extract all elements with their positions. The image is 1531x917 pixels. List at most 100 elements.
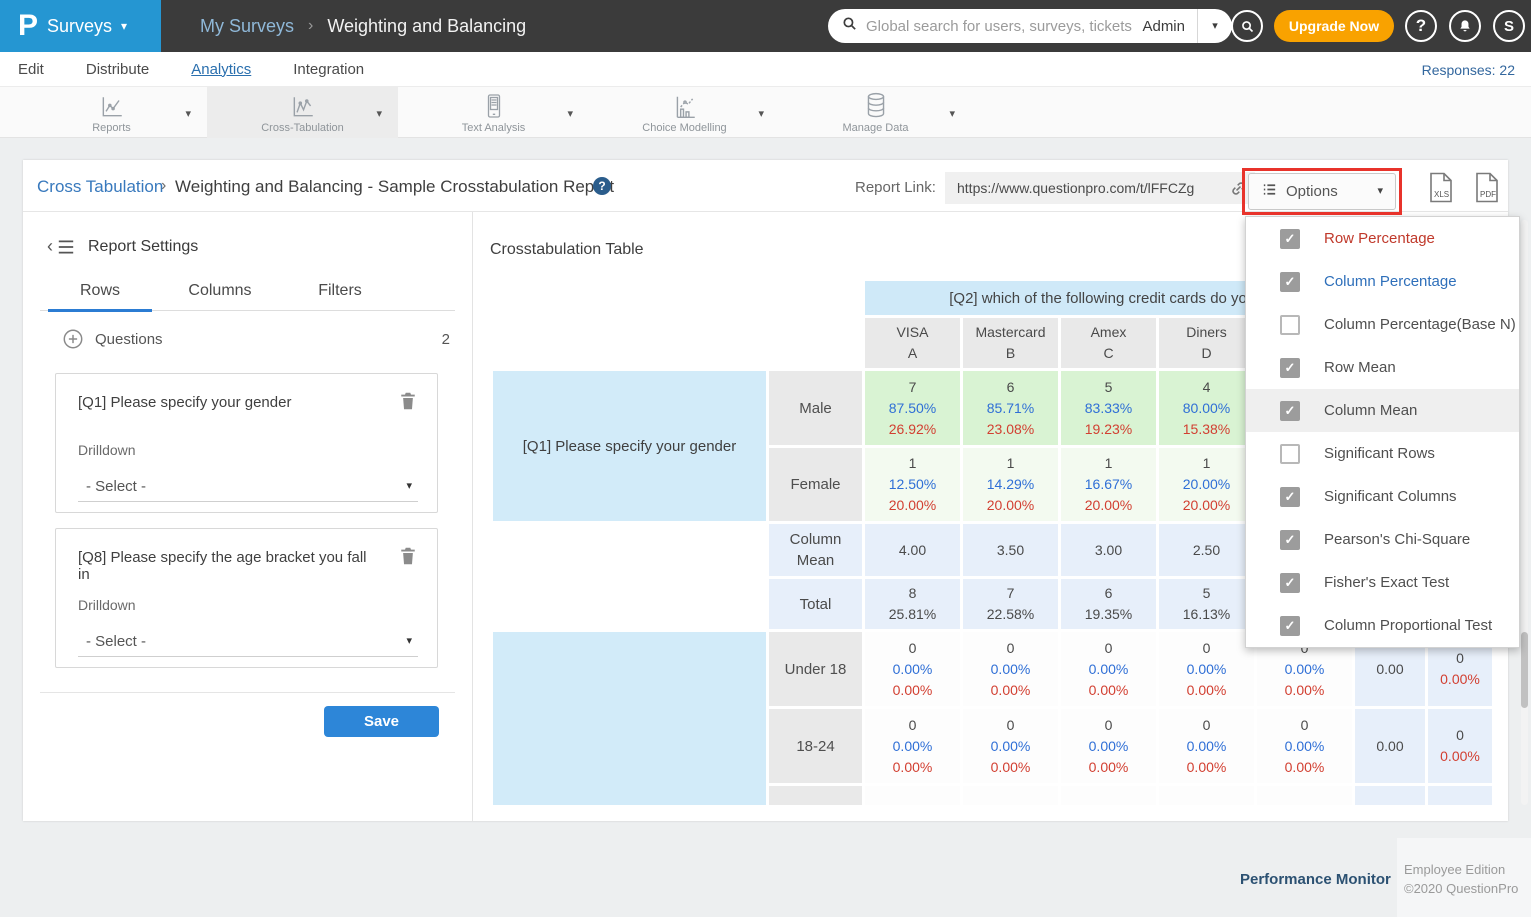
cell-value: 0	[865, 715, 960, 736]
cell-value: 7	[865, 377, 960, 398]
cell-value: 6	[963, 377, 1058, 398]
table-scrollbar-thumb[interactable]	[1521, 632, 1528, 708]
option-column-mean[interactable]: ✓Column Mean	[1246, 389, 1519, 432]
nav-item-distribute[interactable]: Distribute	[86, 61, 149, 78]
toolbar-item-manage-data[interactable]: Manage Data▾	[780, 87, 971, 138]
nav-item-edit[interactable]: Edit	[18, 61, 44, 78]
checkbox-checked-icon[interactable]: ✓	[1280, 401, 1300, 421]
section-label-cell: [Q1] Please specify your gender	[493, 371, 766, 521]
row-mean-cell: 0.00	[1355, 709, 1425, 783]
options-dropdown-menu: ✓Row Percentage✓Column Percentage Column …	[1245, 216, 1520, 648]
option-column-percentage-base-n-[interactable]: Column Percentage(Base N)	[1246, 303, 1519, 346]
drilldown-select-value: - Select -	[78, 633, 146, 650]
search-scope-admin[interactable]: Admin	[1134, 18, 1197, 35]
chevron-down-icon[interactable]: ▾	[949, 107, 955, 120]
toolbar-item-cross-tabulation[interactable]: Cross-Tabulation▾	[207, 87, 398, 138]
drilldown-select[interactable]: - Select -▾	[78, 627, 418, 657]
toolbar-item-choice-modelling[interactable]: Choice Modelling▾	[589, 87, 780, 138]
pdf-label: PDF	[1480, 190, 1496, 199]
column-header: VISAA	[865, 318, 960, 368]
checkbox-unchecked-icon[interactable]	[1280, 444, 1300, 464]
checkbox-checked-icon[interactable]: ✓	[1280, 229, 1300, 249]
checkbox-checked-icon[interactable]: ✓	[1280, 487, 1300, 507]
report-help-icon[interactable]: ?	[593, 177, 611, 195]
cell-value: 19.23%	[1061, 419, 1156, 440]
cell-value: 0.00%	[865, 680, 960, 701]
export-xls-button[interactable]: XLS	[1428, 172, 1454, 208]
column-header: DinersD	[1159, 318, 1254, 368]
checkbox-unchecked-icon[interactable]	[1280, 315, 1300, 335]
checkbox-checked-icon[interactable]: ✓	[1280, 272, 1300, 292]
cell-value: 0.00%	[865, 659, 960, 680]
chevron-down-icon[interactable]: ▾	[758, 107, 764, 120]
table-cell	[1257, 786, 1352, 805]
upgrade-now-button[interactable]: Upgrade Now	[1274, 10, 1394, 42]
checkbox-checked-icon[interactable]: ✓	[1280, 573, 1300, 593]
checkbox-checked-icon[interactable]: ✓	[1280, 530, 1300, 550]
cell-value: 20.00%	[865, 495, 960, 516]
user-avatar[interactable]: S	[1493, 10, 1525, 42]
option-column-proportional-test[interactable]: ✓Column Proportional Test	[1246, 604, 1519, 647]
cell-value: 12.50%	[865, 474, 960, 495]
table-scrollbar-track[interactable]	[1521, 220, 1528, 805]
cell-value: 2.50	[1159, 540, 1254, 561]
row-label-cell: Column Mean	[769, 524, 862, 576]
cell-value: 7	[963, 583, 1058, 604]
cell-value: 83.33%	[1061, 398, 1156, 419]
cell-value: 16.13%	[1159, 604, 1254, 625]
nav-item-integration[interactable]: Integration	[293, 61, 364, 78]
table-cell	[963, 786, 1058, 805]
cell-value: 0.00%	[1061, 659, 1156, 680]
option-row-percentage[interactable]: ✓Row Percentage	[1246, 217, 1519, 260]
report-link-field	[945, 172, 1255, 204]
report-link-input[interactable]	[945, 180, 1221, 196]
option-row-mean[interactable]: ✓Row Mean	[1246, 346, 1519, 389]
add-question-button[interactable]	[62, 328, 84, 350]
chevron-down-icon[interactable]: ▾	[185, 107, 191, 120]
save-button[interactable]: Save	[324, 706, 439, 737]
performance-monitor-link[interactable]: Performance Monitor	[1240, 871, 1391, 888]
row-total-cell: 00.00%	[1428, 709, 1492, 783]
nav-item-analytics[interactable]: Analytics	[191, 61, 251, 78]
surveys-product-menu[interactable]: P Surveys ▾	[0, 0, 161, 52]
delete-question-icon[interactable]	[399, 391, 417, 416]
toolbar-item-reports[interactable]: Reports▾	[16, 87, 207, 138]
table-cell: 112.50%20.00%	[865, 448, 960, 521]
help-button[interactable]: ?	[1405, 10, 1437, 42]
tab-rows[interactable]: Rows	[40, 278, 160, 310]
option-column-percentage[interactable]: ✓Column Percentage	[1246, 260, 1519, 303]
option-label: Significant Columns	[1324, 488, 1457, 505]
option-significant-columns[interactable]: ✓ Significant Columns	[1246, 475, 1519, 518]
cell-value: 1	[963, 453, 1058, 474]
breadcrumb-my-surveys[interactable]: My Surveys	[200, 16, 294, 37]
checkbox-checked-icon[interactable]: ✓	[1280, 358, 1300, 378]
chevron-down-icon[interactable]: ▾	[567, 107, 573, 120]
option-fisher-s-exact-test[interactable]: ✓Fisher's Exact Test	[1246, 561, 1519, 604]
drilldown-label: Drilldown	[78, 597, 136, 613]
export-pdf-button[interactable]: PDF	[1474, 172, 1500, 208]
delete-question-icon[interactable]	[399, 546, 417, 571]
checkbox-checked-icon[interactable]: ✓	[1280, 616, 1300, 636]
drilldown-select[interactable]: - Select -▾	[78, 472, 418, 502]
cross-tabulation-breadcrumb-link[interactable]: Cross Tabulation	[37, 177, 163, 197]
global-search-input[interactable]	[866, 18, 1134, 35]
tab-columns[interactable]: Columns	[160, 278, 280, 310]
cell-value: 20.00%	[1159, 495, 1254, 516]
option-label: Column Percentage(Base N)	[1324, 316, 1516, 333]
toolbar-item-text-analysis[interactable]: Text Analysis▾	[398, 87, 589, 138]
search-icon	[1240, 19, 1255, 34]
options-button[interactable]: Options ▾	[1248, 173, 1396, 210]
table-cell: 722.58%	[963, 579, 1058, 629]
cell-value: 0.00%	[1257, 659, 1352, 680]
search-scope-dropdown-button[interactable]: ▾	[1198, 9, 1232, 43]
option-significant-rows[interactable]: Significant Rows	[1246, 432, 1519, 475]
option-pearson-s-chi-square[interactable]: ✓Pearson's Chi-Square	[1246, 518, 1519, 561]
tab-filters[interactable]: Filters	[280, 278, 400, 310]
search-submit-button[interactable]	[1231, 10, 1263, 42]
cell-value: C	[1061, 343, 1156, 364]
collapse-panel-icon[interactable]: ‹	[47, 236, 76, 257]
notifications-button[interactable]	[1449, 10, 1481, 42]
chevron-down-icon[interactable]: ▾	[376, 107, 382, 120]
options-button-label: Options	[1286, 183, 1338, 200]
row-label-cell	[769, 786, 862, 805]
